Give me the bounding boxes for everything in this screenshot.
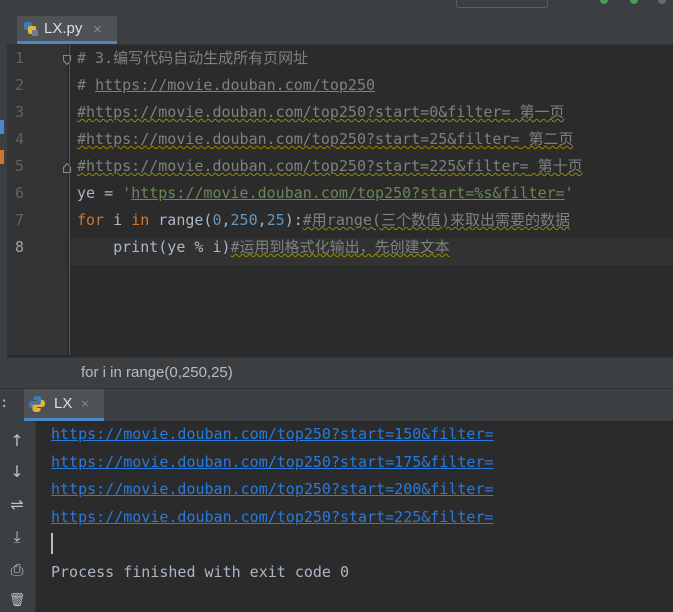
line-number: 6	[15, 184, 25, 202]
comment-token: #	[77, 76, 96, 94]
builtin-token: range(	[149, 211, 213, 229]
close-run-tab-icon[interactable]: ×	[80, 397, 89, 410]
code-editor[interactable]: 1 2 3 4 5 6 7 8 # 3.编写代码自动生成所有页网址 # http…	[7, 45, 673, 355]
tab-lx-py[interactable]: LX.py ×	[17, 16, 117, 44]
close-tab-icon[interactable]: ×	[92, 22, 102, 36]
structure-marker[interactable]	[0, 120, 4, 134]
run-tab-label: LX	[54, 395, 73, 412]
code-line-2: # https://movie.douban.com/top250	[77, 72, 375, 99]
profile-icon[interactable]	[658, 0, 666, 4]
run-panel-prefix: :	[0, 395, 9, 411]
line-number: 7	[15, 211, 25, 229]
gutter-divider	[69, 45, 70, 355]
scroll-down-icon[interactable]: ↓	[7, 462, 27, 482]
print-call-token: print(ye % i)	[77, 238, 231, 256]
number-token: 0	[212, 211, 222, 229]
comment-url: #https://movie.douban.com/top250?start=2…	[77, 157, 529, 175]
comma-token: ,	[257, 211, 267, 229]
delete-icon[interactable]: 🗑	[7, 591, 27, 611]
line-number: 1	[15, 49, 25, 67]
breadcrumb[interactable]: for i in range(0,250,25)	[81, 364, 233, 381]
title-toolbar	[0, 0, 673, 10]
identifier-token: i	[104, 211, 132, 229]
left-tool-strip	[0, 10, 7, 388]
code-line-4: #https://movie.douban.com/top250?start=2…	[77, 126, 574, 153]
scroll-up-icon[interactable]: ↑	[7, 431, 27, 451]
comment-token: # 3.编写代码自动生成所有页网址	[77, 49, 309, 67]
code-line-3: #https://movie.douban.com/top250?start=0…	[77, 99, 565, 126]
run-toolbar: ↑ ↓ ⇌ ⤓ ⎙ 🗑	[0, 421, 36, 612]
code-line-5: #https://movie.douban.com/top250?start=2…	[77, 153, 583, 180]
keyword-token: in	[131, 211, 150, 229]
code-line-1: # 3.编写代码自动生成所有页网址	[77, 45, 308, 72]
line-number: 5	[15, 157, 25, 175]
output-link[interactable]: https://movie.douban.com/top250?start=20…	[51, 480, 494, 498]
run-icon[interactable]	[600, 0, 608, 4]
line-number-gutter: 1 2 3 4 5 6 7 8	[7, 45, 71, 355]
line-number: 2	[15, 76, 25, 94]
line-number: 8	[15, 238, 25, 256]
soft-wrap-icon[interactable]: ⇌	[7, 495, 27, 515]
string-quote: '	[564, 184, 574, 202]
comma-token: ,	[221, 211, 231, 229]
code-line-7: for i in range(0,250,25):#用range(三个数值)来取…	[77, 207, 570, 234]
number-token: 250	[230, 211, 258, 229]
scroll-to-end-icon[interactable]: ⤓	[7, 527, 27, 547]
debug-icon[interactable]	[630, 0, 638, 4]
code-line-6: ye = 'https://movie.douban.com/top250?st…	[77, 180, 574, 207]
identifier-token: ye	[77, 184, 96, 202]
code-line-8: print(ye % i)#运用到格式化输出，先创建文本	[77, 234, 450, 261]
comment-url[interactable]: https://movie.douban.com/top250	[95, 76, 375, 94]
exit-message: Process finished with exit code 0	[51, 563, 350, 581]
comment-token: 第二页	[519, 130, 574, 148]
text-caret	[51, 533, 53, 554]
keyword-token: for	[77, 211, 105, 229]
comment-token: 第十页	[528, 157, 583, 175]
tab-filename: LX.py	[44, 20, 83, 37]
line-number: 3	[15, 103, 25, 121]
comment-token: #运用到格式化输出，先创建文本	[230, 238, 450, 256]
python-file-icon	[23, 21, 39, 37]
run-config-selector[interactable]	[456, 0, 548, 8]
python-logo-icon	[28, 395, 46, 413]
warning-marker[interactable]	[0, 150, 4, 164]
string-url: https://movie.douban.com/top250?start=%s…	[131, 184, 565, 202]
comment-url: #https://movie.douban.com/top250?start=2…	[77, 130, 520, 148]
run-console-output[interactable]: https://movie.douban.com/top250?start=15…	[36, 421, 673, 612]
run-tab-lx[interactable]: LX ×	[24, 389, 104, 421]
output-link[interactable]: https://movie.douban.com/top250?start=15…	[51, 425, 494, 443]
print-icon[interactable]: ⎙	[7, 560, 27, 580]
line-number: 4	[15, 130, 25, 148]
breadcrumb-bar: for i in range(0,250,25)	[7, 357, 673, 388]
run-panel-header: : LX ×	[0, 388, 673, 421]
comment-url: #https://movie.douban.com/top250?start=0…	[77, 103, 511, 121]
comment-token: 第一页	[510, 103, 565, 121]
editor-tab-bar: LX.py ×	[7, 10, 673, 45]
string-quote: '	[122, 184, 132, 202]
paren-token: ):	[284, 211, 303, 229]
operator-token: =	[95, 184, 123, 202]
output-link[interactable]: https://movie.douban.com/top250?start=22…	[51, 508, 494, 526]
output-link[interactable]: https://movie.douban.com/top250?start=17…	[51, 453, 494, 471]
number-token: 25	[266, 211, 285, 229]
comment-token: #用range(三个数值)来取出需要的数据	[302, 211, 571, 229]
